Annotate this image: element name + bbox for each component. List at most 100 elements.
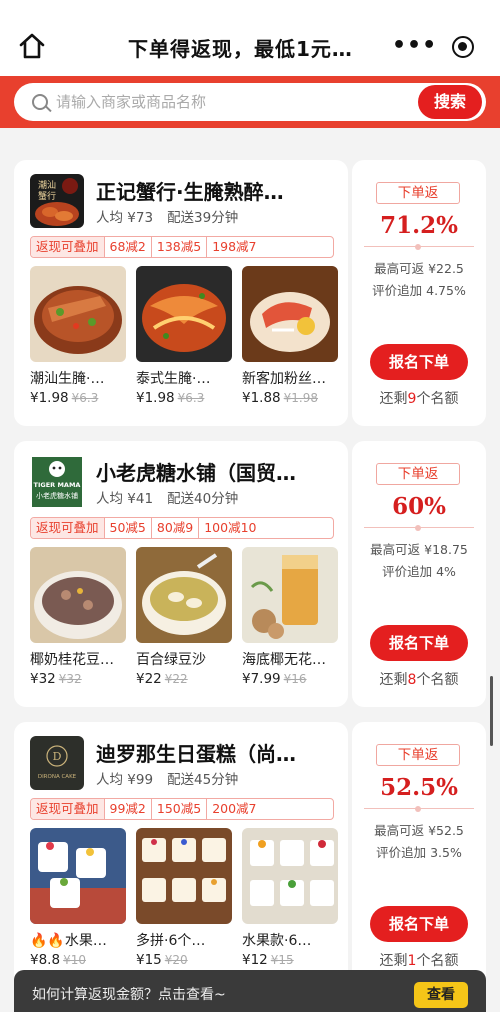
product-name: 多拼·6个…: [136, 933, 206, 949]
promo-tag: 50减5: [105, 518, 152, 538]
product-name: 椰奶桂花豆…: [30, 652, 114, 668]
shop-meta: 人均 ¥73 配送39分钟: [96, 206, 238, 226]
per-capita: 人均 ¥99: [96, 772, 154, 788]
shop-info-panel[interactable]: TIGER MAMA 小老虎糖水铺 小老虎糖水铺（国贸… 人均 ¥41 配送40分…: [14, 441, 348, 707]
product-image: [136, 828, 232, 924]
search-bar: 搜索: [0, 76, 500, 128]
review-bonus: 评价追加 3.5%: [376, 845, 462, 860]
home-icon[interactable]: [16, 30, 48, 62]
delivery-time: 配送40分钟: [167, 491, 239, 507]
cashback-badge: 下单返: [376, 182, 460, 204]
promo-tag: 返现可叠加: [31, 799, 105, 819]
product-price: ¥12 ¥15: [242, 952, 294, 968]
svg-text:D: D: [53, 750, 62, 763]
promo-tag: 80减9: [152, 518, 200, 538]
product-name: 百合绿豆沙: [136, 652, 206, 668]
help-float-bar[interactable]: 如何计算返现金额？点击查看~ 查看: [14, 970, 486, 1012]
product-price: ¥1.88 ¥1.98: [242, 390, 319, 406]
shop-logo: TIGER MAMA 小老虎糖水铺: [30, 455, 84, 509]
product-price: ¥15 ¥20: [136, 952, 188, 968]
shop-logo: 潮汕 蟹行: [30, 174, 84, 228]
svg-text:TIGER MAMA: TIGER MAMA: [34, 481, 81, 489]
shop-name: 迪罗那生日蛋糕（尚…: [96, 742, 296, 766]
signup-order-button[interactable]: 报名下单: [370, 625, 468, 661]
cashback-panel: 下单返 60% 最高可返 ¥18.75 评价追加 4% 报名下单 还剩8个名额: [352, 441, 486, 707]
divider: [364, 525, 474, 531]
promo-tag: 100减10: [204, 520, 257, 535]
promo-tag: 200减7: [212, 801, 257, 816]
per-capita: 人均 ¥41: [96, 491, 154, 507]
product-name: 水果款·6…: [242, 933, 312, 949]
product-name: 🔥🔥水果…: [30, 933, 107, 949]
product-image: [242, 266, 338, 362]
product-price: ¥7.99 ¥16: [242, 671, 307, 687]
shop-logo: D DIRONA CAKE: [30, 736, 84, 790]
delivery-time: 配送45分钟: [167, 772, 239, 788]
remaining-slots: 还剩9个名额: [379, 391, 459, 407]
product-name: 新客加粉丝…: [242, 371, 326, 387]
search-button[interactable]: 搜索: [418, 85, 482, 119]
product-list: 椰奶桂花豆… ¥32 ¥32 百合绿豆沙 ¥22 ¥22 海底椰无花… ¥7.99 ¥…: [30, 547, 348, 697]
top-nav-bar: 下单得返现，最低1元… •••: [0, 0, 500, 76]
shop-info-panel[interactable]: D DIRONA CAKE 迪罗那生日蛋糕（尚… 人均 ¥99 配送45分钟 返现…: [14, 722, 348, 988]
product-item[interactable]: 海底椰无花… ¥7.99 ¥16: [242, 547, 338, 687]
search-box: 搜索: [14, 83, 486, 121]
promo-tag: 138减5: [152, 237, 208, 257]
product-image: [136, 547, 232, 643]
shop-meta: 人均 ¥99 配送45分钟: [96, 768, 238, 788]
product-image: [242, 547, 338, 643]
view-button[interactable]: 查看: [414, 982, 468, 1008]
shop-card[interactable]: 潮汕 蟹行 正记蟹行·生腌熟醉… 人均 ¥73 配送39分钟 返现可叠加 68减2…: [14, 160, 486, 426]
divider: [364, 806, 474, 812]
product-item[interactable]: 🔥🔥水果… ¥8.8 ¥10: [30, 828, 126, 968]
product-image: [30, 828, 126, 924]
remaining-slots: 还剩8个名额: [379, 672, 459, 688]
product-price: ¥1.98 ¥6.3: [30, 390, 99, 406]
cashback-rate: 71.2%: [380, 212, 458, 239]
product-name: 潮汕生腌·…: [30, 371, 105, 387]
shop-name: 正记蟹行·生腌熟醉…: [96, 180, 284, 204]
shop-meta: 人均 ¥41 配送40分钟: [96, 487, 238, 507]
cashback-rate: 60%: [392, 493, 446, 520]
page-title: 下单得返现，最低1元…: [128, 37, 353, 61]
product-item[interactable]: 百合绿豆沙 ¥22 ¥22: [136, 547, 232, 687]
cashback-panel: 下单返 52.5% 最高可返 ¥52.5 评价追加 3.5% 报名下单 还剩1个…: [352, 722, 486, 988]
search-icon: [32, 94, 48, 110]
product-item[interactable]: 水果款·6… ¥12 ¥15: [242, 828, 338, 968]
close-miniprogram-icon[interactable]: [452, 36, 474, 58]
shop-card[interactable]: TIGER MAMA 小老虎糖水铺 小老虎糖水铺（国贸… 人均 ¥41 配送40分…: [14, 441, 486, 707]
promo-tag: 68减2: [105, 237, 152, 257]
product-item[interactable]: 新客加粉丝… ¥1.88 ¥1.98: [242, 266, 338, 406]
product-item[interactable]: 泰式生腌·… ¥1.98 ¥6.3: [136, 266, 232, 406]
svg-text:小老虎糖水铺: 小老虎糖水铺: [36, 491, 78, 500]
promo-tags: 返现可叠加 68减2 138减5 198减7: [30, 236, 334, 258]
shop-card[interactable]: D DIRONA CAKE 迪罗那生日蛋糕（尚… 人均 ¥99 配送45分钟 返现…: [14, 722, 486, 988]
cashback-panel: 下单返 71.2% 最高可返 ¥22.5 评价追加 4.75% 报名下单 还剩9…: [352, 160, 486, 426]
delivery-time: 配送39分钟: [167, 210, 239, 226]
cashback-rate: 52.5%: [380, 774, 458, 801]
scrollbar[interactable]: [490, 676, 493, 746]
max-return: 最高可返 ¥22.5: [374, 261, 464, 276]
promo-tag: 返现可叠加: [31, 237, 105, 257]
svg-text:蟹行: 蟹行: [38, 190, 56, 202]
product-list: 🔥🔥水果… ¥8.8 ¥10 多拼·6个… ¥15 ¥20 水果款·6… ¥12 ¥1…: [30, 828, 348, 978]
product-price: ¥32 ¥32: [30, 671, 82, 687]
promo-tag: 150减5: [152, 799, 208, 819]
review-bonus: 评价追加 4.75%: [372, 283, 466, 298]
more-icon[interactable]: •••: [392, 35, 437, 57]
signup-order-button[interactable]: 报名下单: [370, 906, 468, 942]
product-price: ¥1.98 ¥6.3: [136, 390, 205, 406]
svg-text:潮汕: 潮汕: [38, 179, 56, 191]
cashback-badge: 下单返: [376, 463, 460, 485]
product-item[interactable]: 多拼·6个… ¥15 ¥20: [136, 828, 232, 968]
promo-tags: 返现可叠加 50减5 80减9 100减10: [30, 517, 334, 539]
product-item[interactable]: 潮汕生腌·… ¥1.98 ¥6.3: [30, 266, 126, 406]
product-item[interactable]: 椰奶桂花豆… ¥32 ¥32: [30, 547, 126, 687]
shop-info-panel[interactable]: 潮汕 蟹行 正记蟹行·生腌熟醉… 人均 ¥73 配送39分钟 返现可叠加 68减2…: [14, 160, 348, 426]
promo-tag: 198减7: [212, 239, 257, 254]
search-input[interactable]: [56, 83, 416, 121]
review-bonus: 评价追加 4%: [382, 564, 456, 579]
signup-order-button[interactable]: 报名下单: [370, 344, 468, 380]
divider: [364, 244, 474, 250]
promo-tag: 99减2: [105, 799, 152, 819]
